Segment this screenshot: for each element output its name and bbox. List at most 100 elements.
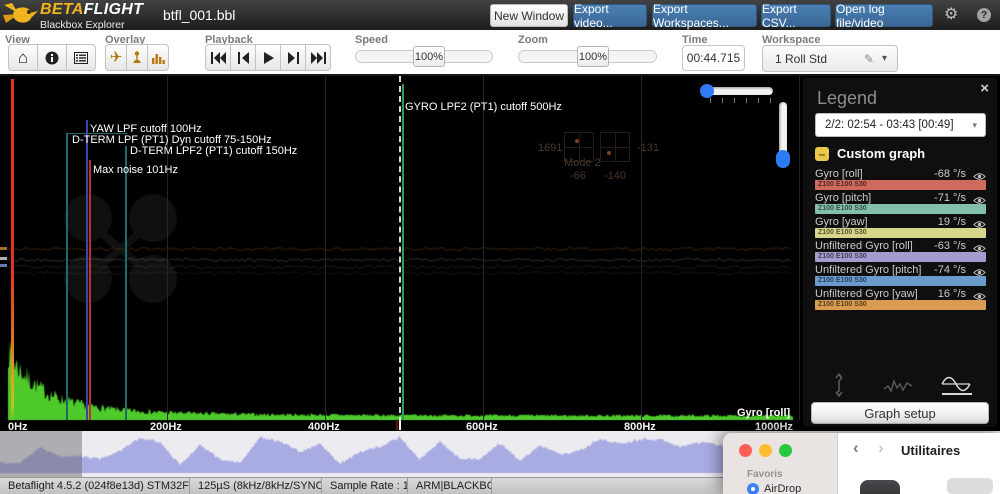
- table-view-button[interactable]: [66, 44, 96, 71]
- logo-subtitle: Blackbox Explorer: [40, 20, 143, 31]
- gyro-lpf2-annotation: GYRO LPF2 (PT1) cutoff 500Hz: [405, 101, 562, 113]
- log-info-button[interactable]: [37, 44, 67, 71]
- legend-panel: × Legend 2/2: 02:54 - 03:43 [00:49] ▾ – …: [803, 78, 997, 427]
- log-range-value: 2/2: 02:54 - 03:43 [00:49]: [825, 119, 972, 131]
- graph-x-zoom-handle[interactable]: [700, 84, 714, 98]
- entry-settings: Z100 E100 S30: [818, 181, 867, 188]
- jump-start-button[interactable]: [205, 44, 231, 71]
- speed-slider-handle[interactable]: 100%: [413, 46, 445, 67]
- spectrum-cursor[interactable]: [399, 76, 401, 423]
- collapse-minus-icon[interactable]: –: [815, 147, 829, 161]
- finder-window[interactable]: Favoris AirDrop ‹ › Utilitaires: [723, 433, 1000, 494]
- entry-settings: Z100 E100 S30: [818, 277, 867, 284]
- app-logo: BETAFLIGHT Blackbox Explorer: [40, 2, 143, 31]
- legend-entry-gyro-yaw[interactable]: Gyro [yaw] 19 °/s Z100 E100 S30: [815, 216, 986, 238]
- sidebar-item-airdrop[interactable]: AirDrop: [747, 483, 801, 494]
- export-csv-button[interactable]: Export CSV...: [761, 4, 831, 27]
- graph-y-zoom-handle[interactable]: [776, 150, 790, 168]
- entry-value: -74 °/s: [934, 264, 966, 276]
- toolbar: View Overlay Playback Speed Zoom Time Wo…: [0, 30, 1000, 76]
- table-icon: [74, 52, 88, 64]
- zoom-traffic-light[interactable]: [779, 444, 792, 457]
- finder-toolbar-control[interactable]: [947, 478, 993, 494]
- new-window-button[interactable]: New Window: [490, 4, 568, 27]
- next-frame-button[interactable]: [280, 44, 306, 71]
- entry-color-bar: Z100 E100 S30: [815, 276, 986, 286]
- legend-entry-unfiltered-roll[interactable]: Unfiltered Gyro [roll] -63 °/s Z100 E100…: [815, 240, 986, 262]
- home-view-button[interactable]: ⌂: [8, 44, 38, 71]
- zoom-slider-handle[interactable]: 100%: [577, 46, 609, 67]
- help-icon[interactable]: ?: [977, 8, 991, 22]
- spectrum-analyser-graph[interactable]: GYRO LPF2 (PT1) cutoff 500Hz YAW LPF cut…: [0, 76, 1000, 431]
- stick-mode-label: Mode 2: [564, 157, 601, 169]
- legend-entry-unfiltered-yaw[interactable]: Unfiltered Gyro [yaw] 16 °/s Z100 E100 S…: [815, 288, 986, 310]
- speed-group-label: Speed: [355, 34, 388, 46]
- settings-gear-icon[interactable]: ⚙: [944, 4, 958, 24]
- time-input[interactable]: 00:44.715: [682, 45, 745, 71]
- entry-color-bar: Z100 E100 S30: [815, 204, 986, 214]
- entry-value: -71 °/s: [934, 192, 966, 204]
- trace-mark-orange: [0, 247, 7, 250]
- entry-settings: Z100 E100 S30: [818, 205, 867, 212]
- gridline-600hz: [483, 76, 484, 420]
- play-button[interactable]: [255, 44, 281, 71]
- legend-entry-gyro-pitch[interactable]: Gyro [pitch] -71 °/s Z100 E100 S30: [815, 192, 986, 214]
- zero-hz-peak-bar: [11, 79, 14, 420]
- log-range-select[interactable]: 2/2: 02:54 - 03:43 [00:49] ▾: [815, 113, 986, 137]
- dterm-dyn-min-line: [66, 133, 68, 420]
- jump-end-button[interactable]: [305, 44, 331, 71]
- skip-to-end-icon: [311, 52, 326, 64]
- betaflight-logo-icon: [2, 1, 38, 29]
- zoom-vertical-icon[interactable]: [828, 373, 850, 402]
- spectrum-bars-icon: [152, 52, 165, 64]
- gridline-800hz: [641, 76, 642, 420]
- custom-graph-label: Custom graph: [837, 146, 925, 161]
- right-stick-dot: [607, 151, 611, 155]
- entry-settings: Z100 E100 S30: [818, 229, 867, 236]
- sticks-overlay-button[interactable]: [126, 44, 148, 71]
- gridline-400hz: [325, 76, 326, 420]
- craft-overlay-button[interactable]: ✈: [105, 44, 127, 71]
- workspace-caret-icon[interactable]: ▾: [882, 53, 887, 64]
- stick-right-value: -140: [604, 170, 626, 182]
- playback-button-group: [205, 44, 331, 71]
- trace-mark-white: [0, 257, 7, 260]
- active-tool-underline: [942, 393, 972, 395]
- close-icon[interactable]: ×: [980, 80, 989, 97]
- back-chevron-icon[interactable]: ‹: [853, 438, 859, 458]
- utilities-app-icon[interactable]: [860, 480, 900, 494]
- airdrop-label: AirDrop: [764, 483, 801, 494]
- export-workspaces-button[interactable]: Export Workspaces...: [652, 4, 757, 27]
- entry-name: Unfiltered Gyro [yaw]: [815, 288, 918, 300]
- view-button-group: ⌂: [8, 44, 96, 71]
- close-traffic-light[interactable]: [739, 444, 752, 457]
- home-icon: ⌂: [18, 49, 28, 66]
- seek-bar-viewport[interactable]: [0, 431, 82, 477]
- logo-flight: FLIGHT: [84, 1, 144, 18]
- forward-chevron-icon[interactable]: ›: [878, 438, 884, 458]
- skip-to-start-icon: [211, 52, 226, 64]
- minimize-traffic-light[interactable]: [759, 444, 772, 457]
- info-icon: [45, 51, 59, 65]
- entry-settings: Z100 E100 S30: [818, 253, 867, 260]
- prev-frame-button[interactable]: [230, 44, 256, 71]
- entry-name: Gyro [yaw]: [815, 216, 868, 228]
- blackbox-explorer-app: BETAFLIGHT Blackbox Explorer btfl_001.bb…: [0, 0, 1000, 494]
- right-stick-box: [600, 132, 630, 162]
- open-log-button[interactable]: Open log file/video: [835, 4, 933, 27]
- graph-setup-button[interactable]: Graph setup: [811, 402, 989, 424]
- left-stick-dot: [575, 139, 579, 143]
- custom-graph-toggle[interactable]: – Custom graph: [815, 146, 925, 161]
- legend-entry-gyro-roll[interactable]: Gyro [roll] -68 °/s Z100 E100 S30: [815, 168, 986, 190]
- overlay-button-group: ✈: [105, 44, 169, 71]
- workspace-value: 1 Roll Std: [775, 52, 864, 66]
- airdrop-icon: [747, 483, 759, 494]
- export-video-button[interactable]: Export video...: [573, 4, 647, 27]
- entry-name: Unfiltered Gyro [roll]: [815, 240, 913, 252]
- legend-entry-unfiltered-pitch[interactable]: Unfiltered Gyro [pitch] -74 °/s Z100 E10…: [815, 264, 986, 286]
- workspace-selector[interactable]: 1 Roll Std ✎ ▾: [762, 45, 898, 72]
- analyser-overlay-button[interactable]: [147, 44, 169, 71]
- finder-window-title: Utilitaires: [901, 443, 960, 458]
- edit-pencil-icon[interactable]: ✎: [864, 52, 874, 66]
- expo-curve-icon[interactable]: [883, 377, 913, 400]
